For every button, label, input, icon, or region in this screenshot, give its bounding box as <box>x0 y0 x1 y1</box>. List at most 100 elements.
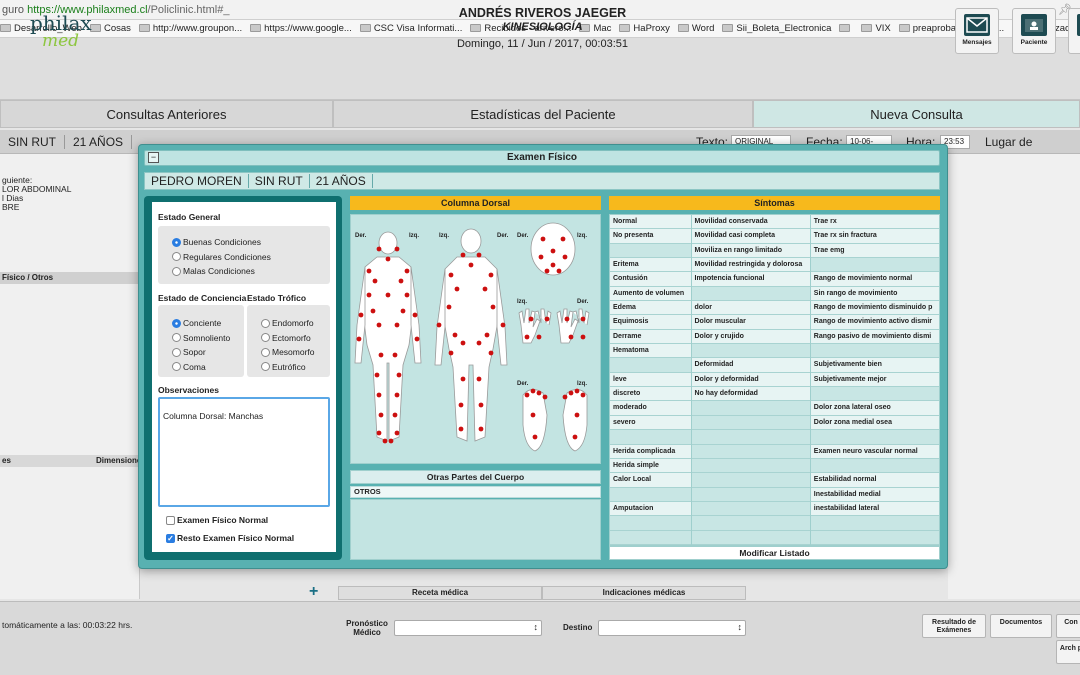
body-marker[interactable] <box>392 352 398 358</box>
sintoma-cell[interactable]: inestabilidad lateral <box>810 501 939 517</box>
body-marker[interactable] <box>394 392 400 398</box>
sintoma-cell[interactable] <box>810 258 939 273</box>
radio-button[interactable] <box>261 333 270 343</box>
body-marker[interactable] <box>524 334 530 340</box>
body-marker[interactable] <box>542 394 548 400</box>
estado-general-option[interactable]: Buenas Condiciones <box>172 235 330 250</box>
body-marker[interactable] <box>446 304 452 310</box>
sintoma-cell[interactable]: Edema <box>610 301 691 316</box>
body-marker[interactable] <box>376 246 382 252</box>
body-marker[interactable] <box>460 252 466 258</box>
body-marker[interactable] <box>550 248 556 254</box>
sintoma-cell[interactable]: Rango de movimiento normal <box>810 272 939 287</box>
body-marker[interactable] <box>568 390 574 396</box>
body-marker[interactable] <box>468 262 474 268</box>
sintoma-cell[interactable] <box>691 401 810 416</box>
sintoma-cell[interactable]: Trae emg <box>810 243 939 259</box>
body-marker[interactable] <box>476 340 482 346</box>
sintoma-cell[interactable] <box>691 516 810 531</box>
body-marker[interactable] <box>478 402 484 408</box>
examen-normal-checkbox[interactable]: Examen Físico Normal <box>166 515 268 525</box>
tab-receta-medica[interactable]: Receta médica <box>338 586 542 600</box>
sintoma-cell[interactable]: severo <box>610 415 691 431</box>
sintoma-cell[interactable]: Trae rx <box>810 215 939 230</box>
sintoma-cell[interactable]: Movilidad conservada <box>691 215 810 230</box>
sintoma-cell[interactable]: moderado <box>610 401 691 416</box>
tab-nueva-consulta[interactable]: Nueva Consulta <box>753 100 1080 128</box>
bookmark-item[interactable] <box>839 23 853 34</box>
bookmark-item[interactable]: Sii_Boleta_Electronica <box>722 23 831 34</box>
con-button[interactable]: Con <box>1056 614 1080 638</box>
sintoma-cell[interactable]: Hematoma <box>610 344 691 359</box>
sintoma-cell[interactable] <box>610 358 691 373</box>
checkbox-box[interactable] <box>166 515 175 525</box>
body-marker[interactable] <box>382 438 388 444</box>
body-marker[interactable] <box>572 434 578 440</box>
radio-button[interactable] <box>172 362 181 372</box>
sintoma-cell[interactable] <box>691 415 810 431</box>
estado-trofico-option[interactable]: Mesomorfo <box>261 345 330 360</box>
sintoma-cell[interactable]: Sin rango de movimiento <box>810 286 939 302</box>
estado-trofico-option[interactable]: Ectomorfo <box>261 331 330 346</box>
sintoma-cell[interactable] <box>810 344 939 359</box>
bookmark-item[interactable]: VIX <box>861 23 891 34</box>
body-marker[interactable] <box>448 350 454 356</box>
messages-button[interactable]: Mensajes <box>955 8 999 54</box>
body-marker[interactable] <box>476 376 482 382</box>
body-marker[interactable] <box>454 286 460 292</box>
sintoma-cell[interactable] <box>610 487 691 502</box>
radio-button[interactable] <box>172 318 181 328</box>
body-marker[interactable] <box>562 254 568 260</box>
body-marker[interactable] <box>400 308 406 314</box>
body-marker[interactable] <box>530 412 536 418</box>
body-marker[interactable] <box>376 430 382 436</box>
estado-general-option[interactable]: Malas Condiciones <box>172 264 330 279</box>
estado-general-option[interactable]: Regulares Condiciones <box>172 250 330 265</box>
sintoma-cell[interactable] <box>691 430 810 445</box>
body-marker[interactable] <box>568 334 574 340</box>
body-marker[interactable] <box>564 316 570 322</box>
checkbox-box-checked[interactable]: ✓ <box>166 533 175 543</box>
sintoma-cell[interactable]: discreto <box>610 387 691 402</box>
sintoma-cell[interactable]: Inestabilidad medial <box>810 487 939 502</box>
body-marker[interactable] <box>484 332 490 338</box>
body-marker[interactable] <box>550 262 556 268</box>
modificar-listado-button[interactable]: Modificar Listado <box>609 546 940 560</box>
body-marker[interactable] <box>460 340 466 346</box>
sintoma-cell[interactable] <box>691 344 810 359</box>
bookmark-item[interactable]: https://www.google... <box>250 23 352 34</box>
body-marker[interactable] <box>372 278 378 284</box>
sintoma-cell[interactable] <box>610 530 691 545</box>
sintoma-cell[interactable] <box>691 501 810 517</box>
sintoma-cell[interactable] <box>691 530 810 545</box>
body-marker[interactable] <box>500 322 506 328</box>
body-marker[interactable] <box>458 426 464 432</box>
radio-button[interactable] <box>172 333 181 343</box>
sintoma-cell[interactable]: Subjetivamente bien <box>810 358 939 373</box>
sintoma-cell[interactable]: Contusión <box>610 272 691 287</box>
radio-button[interactable] <box>261 318 270 328</box>
body-marker[interactable] <box>490 304 496 310</box>
sintoma-cell[interactable] <box>810 458 939 474</box>
body-marker[interactable] <box>404 292 410 298</box>
body-marker[interactable] <box>562 394 568 400</box>
body-marker[interactable] <box>378 412 384 418</box>
sintoma-cell[interactable]: Dolor muscular <box>691 315 810 330</box>
body-marker[interactable] <box>488 350 494 356</box>
body-marker[interactable] <box>580 334 586 340</box>
sintoma-cell[interactable] <box>810 516 939 531</box>
body-marker[interactable] <box>536 390 542 396</box>
body-marker[interactable] <box>436 322 442 328</box>
body-marker[interactable] <box>532 434 538 440</box>
body-marker[interactable] <box>396 372 402 378</box>
estado-trofico-option[interactable]: Eutrófico <box>261 360 330 375</box>
resultado-examenes-button[interactable]: Resultado de Exámenes <box>922 614 986 638</box>
sintoma-cell[interactable] <box>610 516 691 531</box>
estado-conciencia-option[interactable]: Sopor <box>172 345 244 360</box>
body-marker[interactable] <box>476 252 482 258</box>
radio-button[interactable] <box>172 266 181 276</box>
body-marker[interactable] <box>356 336 362 342</box>
tab-indicaciones-medicas[interactable]: Indicaciones médicas <box>542 586 746 600</box>
collapse-icon[interactable]: − <box>148 152 159 163</box>
sintoma-cell[interactable]: Herida simple <box>610 458 691 474</box>
